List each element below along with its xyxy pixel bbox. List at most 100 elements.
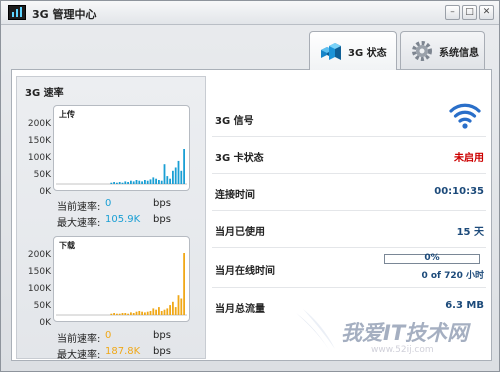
card-status-value: 未启用 (454, 153, 484, 164)
download-bar (177, 295, 180, 315)
stat-month-used: 当月已使用 15 天 (212, 211, 486, 248)
upload-bar (124, 181, 127, 184)
upload-bar (149, 179, 152, 184)
download-bar (118, 313, 121, 315)
gear-icon (412, 41, 432, 61)
download-current-unit: bps (153, 330, 171, 341)
upload-max-unit: bps (153, 214, 171, 225)
upload-bar (110, 182, 113, 184)
download-bar (116, 313, 118, 315)
upload-y-tick: 100K (27, 153, 51, 163)
upload-bar (130, 180, 132, 184)
upload-chart (56, 149, 187, 185)
upload-bar (152, 177, 155, 184)
upload-bar (135, 180, 138, 184)
download-max-unit: bps (153, 346, 171, 357)
content-panel: 3G 速率 200K 150K 100K 50K 0K 上传 当前速率: 0 b… (11, 69, 492, 361)
upload-bar (180, 170, 183, 184)
signal-label: 3G 信号 (215, 116, 254, 127)
tab-3g-status-label: 3G 状态 (348, 48, 387, 59)
close-icon: ✕ (482, 7, 491, 17)
speed-panel-title: 3G 速率 (25, 88, 64, 99)
download-bar (180, 298, 183, 315)
maximize-button[interactable]: □ (462, 5, 477, 20)
upload-bar (155, 178, 157, 184)
status-bars-icon (321, 43, 341, 60)
download-bar (113, 313, 115, 315)
online-time-detail: 0 of 720 小时 (421, 271, 484, 281)
upload-bar (146, 180, 149, 184)
download-y-tick: 0K (39, 318, 51, 328)
speed-panel: 3G 速率 200K 150K 100K 50K 0K 上传 当前速率: 0 b… (16, 76, 206, 361)
upload-bar (174, 167, 177, 184)
upload-bar (141, 181, 143, 184)
wifi-signal-icon (449, 103, 481, 129)
upload-bar (169, 178, 171, 184)
upload-y-tick: 0K (39, 187, 51, 197)
upload-bar (166, 176, 169, 184)
tab-system-info-label: 系统信息 (439, 48, 479, 59)
download-bar (135, 311, 138, 315)
upload-current-unit: bps (153, 198, 171, 209)
upload-bar (127, 182, 129, 184)
upload-bar (118, 182, 121, 184)
download-bar (124, 313, 127, 315)
month-used-value: 15 天 (456, 227, 484, 238)
upload-bar (144, 180, 146, 184)
upload-bar (132, 181, 135, 184)
month-online-label: 当月在线时间 (215, 266, 275, 277)
download-max-value: 187.8K (105, 346, 141, 357)
upload-bar (158, 180, 160, 184)
connect-time-label: 连接时间 (215, 190, 255, 201)
download-bar (160, 311, 163, 315)
month-traffic-value: 6.3 MB (445, 300, 484, 311)
stat-connect-time: 连接时间 00:10:35 (212, 174, 486, 211)
upload-bar (183, 149, 185, 184)
app-window: 3G 管理中心 – □ ✕ 3G 状态 系统信息 3G 速率 200K 150K… (0, 0, 500, 372)
card-status-label: 3G 卡状态 (215, 153, 264, 164)
upload-current-label: 当前速率: (57, 202, 101, 213)
download-bar (163, 309, 166, 315)
upload-current-value: 0 (105, 198, 112, 209)
upload-bar (113, 182, 115, 184)
download-bar (141, 311, 143, 315)
download-bar (152, 308, 155, 315)
download-bar (172, 301, 174, 315)
upload-y-tick: 200K (27, 119, 51, 129)
upload-bar (138, 180, 141, 184)
download-bar (149, 311, 152, 315)
connect-time-value: 00:10:35 (434, 186, 484, 197)
upload-bar (172, 170, 174, 184)
download-graph: 下载 (53, 236, 190, 322)
upload-bar (121, 182, 124, 184)
month-used-label: 当月已使用 (215, 227, 265, 238)
upload-bar (163, 164, 166, 184)
upload-y-tick: 50K (33, 170, 51, 180)
tab-system-info[interactable]: 系统信息 (400, 31, 485, 69)
download-bar (132, 313, 135, 315)
close-button[interactable]: ✕ (479, 5, 494, 20)
minimize-button[interactable]: – (445, 5, 460, 20)
download-y-tick: 50K (33, 301, 51, 311)
minimize-icon: – (450, 7, 455, 17)
download-current-label: 当前速率: (57, 334, 101, 345)
download-y-tick: 200K (27, 250, 51, 260)
download-bar (127, 313, 129, 315)
download-y-tick: 100K (27, 284, 51, 294)
download-bar (158, 307, 160, 315)
download-bar (138, 311, 141, 315)
stat-month-online: 当月在线时间 0% 0 of 720 小时 (212, 248, 486, 288)
month-traffic-label: 当月总流量 (215, 304, 265, 315)
upload-max-label: 最大速率: (57, 218, 101, 229)
download-bar (166, 308, 169, 315)
stat-month-traffic: 当月总流量 6.3 MB (212, 288, 486, 325)
download-bar (146, 311, 149, 315)
download-bar (169, 305, 171, 315)
stat-card-status: 3G 卡状态 未启用 (212, 137, 486, 174)
upload-bar (177, 160, 180, 184)
tab-3g-status[interactable]: 3G 状态 (309, 31, 397, 70)
upload-bar (160, 180, 163, 184)
window-title: 3G 管理中心 (32, 8, 97, 21)
download-bar (174, 307, 177, 315)
download-bar (110, 313, 113, 315)
